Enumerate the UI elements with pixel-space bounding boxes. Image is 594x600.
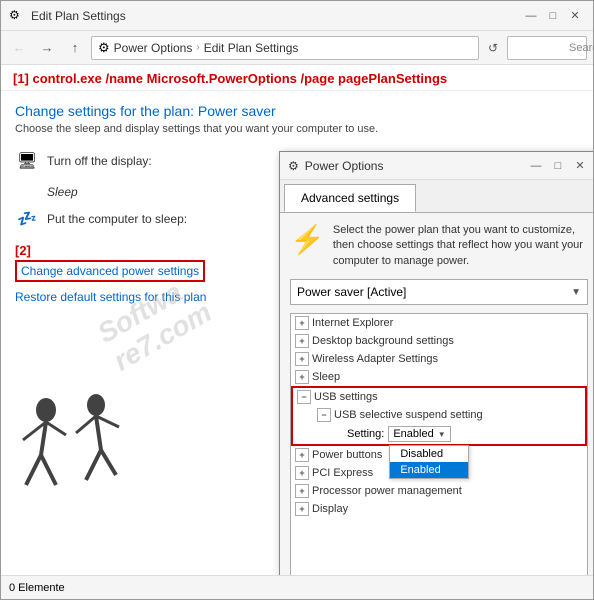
tree-item-wireless[interactable]: + Wireless Adapter Settings <box>291 350 587 368</box>
info-text: Select the power plan that you want to c… <box>333 223 588 269</box>
dialog-content: Advanced settings ⚡ Select the power pla… <box>280 180 593 575</box>
tree-item-desktop-background[interactable]: + Desktop background settings <box>291 332 587 350</box>
tree-item-usb-selective[interactable]: − USB selective suspend setting <box>313 406 585 424</box>
usb-selective-sub: − USB selective suspend setting Setting:… <box>293 406 585 444</box>
display-icon: 🖥 <box>15 149 39 173</box>
tree-label-usb-selective: USB selective suspend setting <box>334 409 483 421</box>
dialog-title: Power Options <box>305 159 384 173</box>
dialog-maximize-button[interactable]: □ <box>548 156 568 176</box>
tree-label-usb-settings: USB settings <box>314 391 378 403</box>
tree-item-usb-settings[interactable]: − USB settings <box>293 388 585 406</box>
window-icon: ⚙ <box>9 8 25 24</box>
setting-value-text: Enabled <box>393 428 433 440</box>
tree-item-sleep[interactable]: + Sleep <box>291 368 587 386</box>
expand-processor-power[interactable]: + <box>295 484 309 498</box>
minimize-button[interactable]: — <box>521 6 541 26</box>
sleep-icon: 💤 <box>15 207 39 231</box>
restore-default-link[interactable]: Restore default settings for this plan <box>15 290 206 304</box>
plan-desc: Choose the sleep and display settings th… <box>15 123 579 135</box>
tree-label-sleep: Sleep <box>312 371 340 383</box>
navigation-bar: ← → ↑ ⚙ Power Options › Edit Plan Settin… <box>1 31 593 65</box>
dropdown-option-enabled[interactable]: Enabled <box>390 462 468 478</box>
expand-power-buttons[interactable]: + <box>295 448 309 462</box>
address-bar: ⚙ Power Options › Edit Plan Settings <box>91 36 479 60</box>
setting-label: Setting: <box>347 428 384 440</box>
maximize-button[interactable]: □ <box>543 6 563 26</box>
tree-label-power-buttons: Power buttons <box>312 449 382 461</box>
expand-internet-explorer[interactable]: + <box>295 316 309 330</box>
tree-label-processor-power: Processor power management <box>312 485 462 497</box>
tree-label-desktop-background: Desktop background settings <box>312 335 454 347</box>
tree-area[interactable]: + Internet Explorer + Desktop background… <box>290 313 588 575</box>
info-icon: ⚡ <box>290 223 325 269</box>
dialog-icon: ⚙ <box>288 159 299 173</box>
close-button[interactable]: ✕ <box>565 6 585 26</box>
expand-wireless[interactable]: + <box>295 352 309 366</box>
dropdown-popup: Disabled Enabled <box>389 445 469 479</box>
expand-pci-express[interactable]: + <box>295 466 309 480</box>
address-separator: › <box>196 42 199 53</box>
command-text: [1] control.exe /name Microsoft.PowerOpt… <box>1 65 593 91</box>
up-button[interactable]: ↑ <box>63 36 87 60</box>
dialog-minimize-button[interactable]: — <box>526 156 546 176</box>
plan-dropdown[interactable]: Power saver [Active] ▼ <box>290 279 588 305</box>
tree-item-processor-power[interactable]: + Processor power management <box>291 482 587 500</box>
dialog-close-button[interactable]: ✕ <box>570 156 590 176</box>
usb-settings-section: − USB settings − USB selective suspend s… <box>291 386 587 446</box>
window-controls: — □ ✕ <box>521 6 585 26</box>
plan-title: Change settings for the plan: Power save… <box>15 103 579 119</box>
tree-label-internet-explorer: Internet Explorer <box>312 317 393 329</box>
plan-dropdown-text: Power saver [Active] <box>297 285 406 299</box>
forward-button[interactable]: → <box>35 36 59 60</box>
expand-usb-settings[interactable]: − <box>297 390 311 404</box>
search-input[interactable] <box>512 42 567 54</box>
expand-sleep[interactable]: + <box>295 370 309 384</box>
tree-label-wireless: Wireless Adapter Settings <box>312 353 438 365</box>
dialog-body: ⚡ Select the power plan that you want to… <box>280 213 593 575</box>
expand-desktop-background[interactable]: + <box>295 334 309 348</box>
status-bar: 0 Elemente <box>1 575 593 599</box>
status-text: 0 Elemente <box>9 582 65 594</box>
address-edit-plan[interactable]: Edit Plan Settings <box>204 41 299 55</box>
power-options-dialog: ⚙ Power Options — □ ✕ Advanced settings <box>279 151 593 575</box>
dialog-tabs: Advanced settings <box>280 180 593 213</box>
tab-advanced-settings[interactable]: Advanced settings <box>284 184 416 212</box>
title-bar: ⚙ Edit Plan Settings — □ ✕ <box>1 1 593 31</box>
expand-usb-selective[interactable]: − <box>317 408 331 422</box>
address-power-options[interactable]: Power Options <box>114 41 193 55</box>
tree-item-display[interactable]: + Display <box>291 500 587 518</box>
plan-dropdown-arrow-icon: ▼ <box>571 287 581 298</box>
setting-dropdown[interactable]: Enabled ▼ Disabled Enabled <box>388 426 450 442</box>
usb-setting-value-row: Setting: Enabled ▼ Disabled Enabled <box>313 424 585 444</box>
refresh-button[interactable]: ↺ <box>483 38 503 58</box>
dialog-title-bar: ⚙ Power Options — □ ✕ <box>280 152 593 180</box>
back-button[interactable]: ← <box>7 36 31 60</box>
address-icon: ⚙ <box>98 40 110 56</box>
tree-item-internet-explorer[interactable]: + Internet Explorer <box>291 314 587 332</box>
expand-display[interactable]: + <box>295 502 309 516</box>
dialog-info: ⚡ Select the power plan that you want to… <box>290 223 588 269</box>
dropdown-arrow-icon: ▼ <box>438 430 446 439</box>
search-box: Search 🔍 <box>507 36 587 60</box>
search-label: Search <box>569 42 594 54</box>
advanced-power-settings-link[interactable]: Change advanced power settings <box>15 260 205 282</box>
dropdown-option-disabled[interactable]: Disabled <box>390 446 468 462</box>
tree-label-display: Display <box>312 503 348 515</box>
silhouette-image <box>11 385 131 565</box>
window-title: Edit Plan Settings <box>31 9 126 23</box>
tree-label-pci-express: PCI Express <box>312 467 373 479</box>
